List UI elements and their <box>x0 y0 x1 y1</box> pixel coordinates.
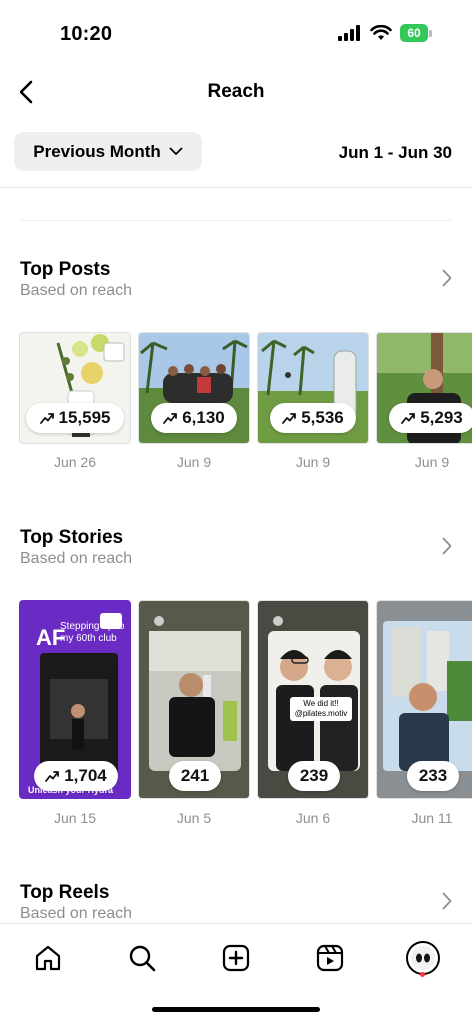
story-date: Jun 5 <box>176 810 212 826</box>
tab-home[interactable] <box>28 938 68 978</box>
search-icon <box>129 945 156 972</box>
story-card[interactable]: We did it!! @pilates.motiv 239 <box>257 600 369 799</box>
reach-count: 5,293 <box>389 403 472 433</box>
profile-avatar <box>406 941 440 975</box>
story-caption: Stepping up to my 60th club <box>60 621 125 644</box>
post-card[interactable]: 5,293 <box>376 332 472 444</box>
tab-search[interactable] <box>122 938 162 978</box>
section-title: Top Posts <box>20 259 111 280</box>
nav-bar: Reach <box>0 72 472 112</box>
status-time: 10:20 <box>60 23 113 45</box>
period-dropdown[interactable]: Previous Month <box>14 132 202 171</box>
section-title: Top Reels <box>20 882 110 903</box>
reach-count: 5,536 <box>270 403 356 433</box>
home-icon <box>35 945 61 971</box>
chevron-right-icon <box>442 269 452 287</box>
story-card[interactable]: AF Stepping up to my 60th club Unleash y… <box>19 600 131 799</box>
filter-row: Previous Month Jun 1 - Jun 30 <box>0 132 472 172</box>
trending-up-icon <box>163 413 178 424</box>
reels-icon <box>316 944 344 972</box>
post-card[interactable]: 6,130 <box>138 332 250 444</box>
status-icons: 60 <box>338 24 432 42</box>
section-subtitle: Based on reach <box>20 550 133 567</box>
reach-count: 241 <box>169 761 221 791</box>
chevron-right-icon <box>442 892 452 910</box>
divider <box>0 187 472 188</box>
home-indicator <box>152 1007 320 1012</box>
reach-count: 1,704 <box>34 761 118 791</box>
reach-count: 15,595 <box>26 403 124 433</box>
story-date: Jun 11 <box>411 810 453 826</box>
battery-level: 60 <box>400 24 428 42</box>
date-range: Jun 1 - Jun 30 <box>338 143 452 162</box>
tab-reels[interactable] <box>310 938 350 978</box>
period-label: Previous Month <box>33 141 161 161</box>
page-title: Reach <box>207 81 265 102</box>
reach-count: 6,130 <box>151 403 237 433</box>
wifi-icon <box>370 25 392 40</box>
create-icon <box>222 944 250 972</box>
section-subtitle: Based on reach <box>20 905 133 922</box>
trending-up-icon <box>282 413 297 424</box>
reach-count: 233 <box>407 761 459 791</box>
divider <box>20 220 452 221</box>
post-date: Jun 9 <box>414 454 450 470</box>
story-date: Jun 15 <box>53 810 97 826</box>
story-caption: We did it!! @pilates.motiv <box>290 697 352 721</box>
post-date: Jun 26 <box>53 454 97 470</box>
signal-icon <box>338 25 360 41</box>
post-date: Jun 9 <box>295 454 331 470</box>
status-bar: 10:20 60 <box>0 0 472 70</box>
top-stories-row: AF Stepping up to my 60th club Unleash y… <box>0 600 472 832</box>
top-posts-row: 15,595 Jun 26 6,130 Jun 9 5,536 Jun 9 5,… <box>0 332 472 472</box>
post-date: Jun 9 <box>176 454 212 470</box>
post-card[interactable]: 15,595 <box>19 332 131 444</box>
trending-up-icon <box>39 413 54 424</box>
tab-create[interactable] <box>216 938 256 978</box>
post-card[interactable]: 5,536 <box>257 332 369 444</box>
chevron-down-icon <box>169 147 183 155</box>
top-stories-header[interactable]: Top Stories Based on reach <box>0 527 472 577</box>
section-title: Top Stories <box>20 527 124 548</box>
trending-up-icon <box>401 413 416 424</box>
reach-count: 239 <box>288 761 340 791</box>
notification-dot <box>420 972 425 977</box>
top-posts-header[interactable]: Top Posts Based on reach <box>0 259 472 309</box>
section-subtitle: Based on reach <box>20 282 133 299</box>
story-card[interactable]: 241 <box>138 600 250 799</box>
trending-up-icon <box>45 771 60 782</box>
story-date: Jun 6 <box>295 810 331 826</box>
story-card[interactable]: 233 <box>376 600 472 799</box>
battery-icon: 60 <box>400 24 432 42</box>
chevron-right-icon <box>442 537 452 555</box>
